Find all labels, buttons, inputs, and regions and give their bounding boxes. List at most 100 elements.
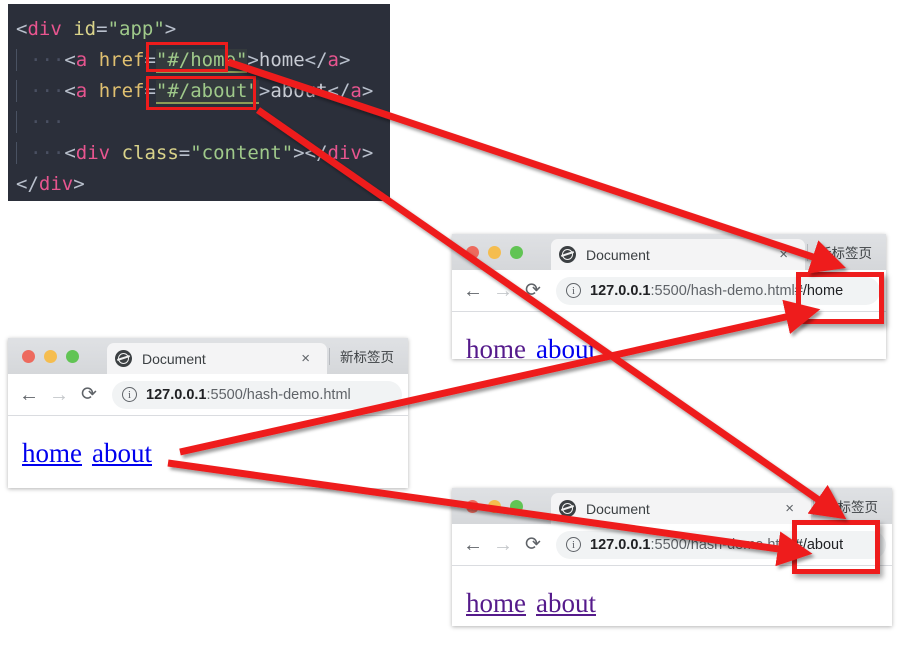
back-button[interactable]: ← [14,385,44,405]
code-token: </ [304,49,328,71]
close-window-dot[interactable] [466,499,479,513]
site-info-icon[interactable]: i [566,537,581,552]
forward-button[interactable]: → [488,281,518,301]
close-window-dot[interactable] [22,349,35,363]
globe-favicon-icon [559,500,576,517]
code-token: > [293,142,305,164]
page-link-about[interactable]: about [536,588,596,618]
new-tab-button[interactable]: 新标签页 [810,242,880,262]
reload-button[interactable]: ⟳ [518,279,548,302]
reload-button[interactable]: ⟳ [74,383,104,406]
indent-guide [16,142,17,164]
maximize-window-dot[interactable] [510,245,523,259]
close-tab-icon[interactable]: × [775,247,797,262]
code-token: < [16,18,28,40]
page-nav-links: home about [466,588,892,619]
url-path: :5500/hash-demo.html [650,282,795,299]
tab-divider [329,347,330,365]
code-token: div [27,18,62,40]
window-controls[interactable] [458,499,529,513]
indent-guide [16,111,17,133]
page-link-home[interactable]: home [466,334,526,359]
code-token: < [64,142,76,164]
code-token: href [98,80,145,102]
indent-guide [16,49,17,71]
page-link-about[interactable]: about [536,334,596,359]
code-token: div [327,142,362,164]
code-token: > [247,49,259,71]
window-controls[interactable] [14,349,85,363]
url-path: :5500/hash-demo.html [650,536,795,553]
page-nav-links: home about [466,334,886,359]
url-highlight-box-home [796,272,884,324]
line-div-app-close: </div> [8,169,390,200]
browser-tab[interactable]: Document × [107,343,327,374]
forward-button[interactable]: → [44,385,74,405]
code-token: > [73,173,85,195]
tab-title: Document [142,350,206,367]
close-tab-icon[interactable]: × [781,501,803,516]
maximize-window-dot[interactable] [510,499,523,513]
page-link-home[interactable]: home [466,588,526,618]
back-button[interactable]: ← [458,535,488,555]
new-tab-button[interactable]: 新标签页 [816,496,886,516]
browser-tab[interactable]: Document × [551,493,811,524]
close-window-dot[interactable] [466,245,479,259]
code-token: home [258,49,305,71]
code-token: div [75,142,111,164]
indent-guide [16,80,17,102]
tab-divider [813,497,814,515]
close-tab-icon[interactable]: × [297,351,319,366]
back-button[interactable]: ← [458,281,488,301]
maximize-window-dot[interactable] [66,349,79,363]
site-info-icon[interactable]: i [566,283,581,298]
site-info-icon[interactable]: i [122,387,137,402]
browser-tabstrip: Document × 新标签页 [452,234,886,270]
code-highlight-box-about [146,76,256,110]
browser-window-base-url[interactable]: Document × 新标签页 ← → ⟳ i 127.0.0.1:5500/h… [8,338,408,488]
line-blank: ··· [8,107,390,138]
code-token: a [327,49,339,71]
browser-tabstrip: Document × 新标签页 [8,338,408,374]
page-nav-links: home about [22,438,408,469]
page-link-about[interactable]: about [92,438,152,468]
code-token: div [38,173,74,195]
code-highlight-box-home [146,42,228,72]
code-token: < [64,80,76,102]
code-token: a [75,80,88,102]
browser-tab[interactable]: Document × [551,239,805,270]
url-host: 127.0.0.1 [590,282,651,299]
code-token: "content" [190,142,294,164]
tab-title: Document [586,246,650,263]
forward-button[interactable]: → [488,535,518,555]
code-token: class [121,142,179,164]
indent-dots: ··· [30,142,65,164]
minimize-window-dot[interactable] [488,245,501,259]
minimize-window-dot[interactable] [488,499,501,513]
code-token: "app" [107,18,165,40]
new-tab-button[interactable]: 新标签页 [332,346,402,366]
code-token: href [98,49,145,71]
code-token: > [338,49,351,71]
url-text: 127.0.0.1:5500/hash-demo.html [146,387,351,403]
window-controls[interactable] [458,245,529,259]
tab-divider [807,243,808,261]
code-token: a [350,80,362,102]
globe-favicon-icon [559,246,576,263]
code-token: = [178,142,191,164]
globe-favicon-icon [115,350,132,367]
code-token: </ [16,173,39,195]
code-token: > [361,80,374,102]
reload-button[interactable]: ⟳ [518,533,548,556]
minimize-window-dot[interactable] [44,349,57,363]
url-path: :5500/hash-demo.html [206,386,351,403]
code-token: = [96,18,108,40]
code-token: > [164,18,177,40]
url-bar[interactable]: i 127.0.0.1:5500/hash-demo.html [112,380,402,409]
indent-dots: ··· [30,80,65,102]
page-link-home[interactable]: home [22,438,82,468]
tab-title: Document [586,500,650,517]
browser-omnibar: ← → ⟳ i 127.0.0.1:5500/hash-demo.html [8,374,408,416]
